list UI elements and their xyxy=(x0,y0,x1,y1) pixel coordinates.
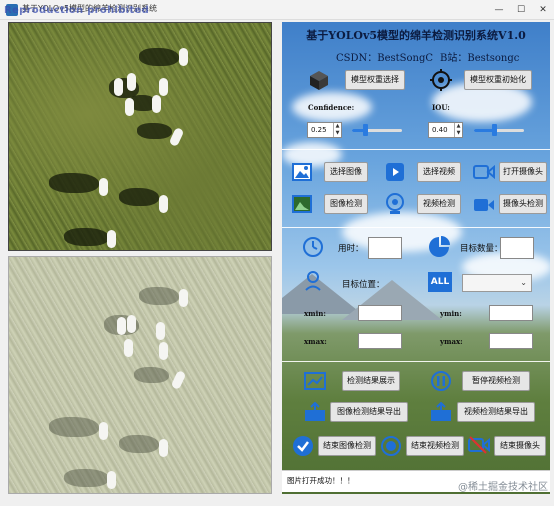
target-position-label: 目标位置： xyxy=(342,280,385,290)
time-label: 用时： xyxy=(338,244,364,254)
watermark-bottom-right: @稀土掘金技术社区 xyxy=(458,482,548,493)
xmin-label: xmin: xyxy=(304,309,326,318)
time-value xyxy=(368,237,402,259)
camera-icon xyxy=(474,199,494,211)
original-image xyxy=(8,256,272,494)
open-camera-button[interactable]: 打开摄像头 xyxy=(499,162,547,182)
divider xyxy=(282,361,550,362)
export-image-result-button[interactable]: 图像检测结果导出 xyxy=(330,402,408,422)
iou-slider[interactable] xyxy=(474,124,524,136)
xmin-value xyxy=(358,305,402,321)
export-image-icon xyxy=(305,402,325,421)
csdn-label: CSDN：BestSongC xyxy=(336,53,434,64)
model-weight-select-button[interactable]: 模型权重选择 xyxy=(345,70,405,90)
close-button[interactable]: ✕ xyxy=(532,3,554,17)
line-chart-icon xyxy=(304,372,326,390)
maximize-button[interactable]: ☐ xyxy=(510,3,532,17)
window-titlebar: 基于YOLOv5模型的绵羊检测识别系统 Reproduction prohibi… xyxy=(0,0,554,20)
iou-spinbox[interactable]: 0.40 ▲ ▼ xyxy=(428,122,463,138)
camera-detect-button[interactable]: 摄像头检测 xyxy=(499,194,547,214)
control-panel: 基于YOLOv5模型的绵羊检测识别系统V1.0 CSDN：BestSongC B… xyxy=(282,22,550,494)
xmax-value xyxy=(358,333,402,349)
divider xyxy=(282,227,550,228)
video-file-icon xyxy=(386,163,404,181)
image-detect-button[interactable]: 图像检测 xyxy=(324,194,368,214)
target-count-label: 目标数量： xyxy=(460,244,503,254)
end-video-detect-button[interactable]: 结束视频检测 xyxy=(406,436,464,456)
select-video-button[interactable]: 选择视频 xyxy=(417,162,461,182)
watermark-overlay: Reproduction prohibited xyxy=(4,5,150,16)
app-title: 基于YOLOv5模型的绵羊检测识别系统V1.0 xyxy=(306,29,526,42)
video-detect-button[interactable]: 视频检测 xyxy=(417,194,461,214)
target-icon xyxy=(430,69,452,91)
export-video-icon xyxy=(431,402,451,421)
confidence-slider[interactable] xyxy=(352,124,402,136)
ymax-label: ymax: xyxy=(440,337,463,346)
location-pin-icon xyxy=(305,271,321,291)
video-camera-icon xyxy=(473,164,495,180)
confidence-spinbox[interactable]: 0.25 ▲ ▼ xyxy=(307,122,342,138)
stop-circle-icon xyxy=(381,436,401,456)
pause-video-button[interactable]: 暂停视频检测 xyxy=(462,371,530,391)
model-weight-init-button[interactable]: 模型权重初始化 xyxy=(464,70,532,90)
divider xyxy=(282,149,550,150)
clock-icon xyxy=(303,237,323,257)
xmax-label: xmax: xyxy=(304,337,327,346)
bilibili-label: B站：Bestsongc xyxy=(440,53,520,64)
check-circle-icon xyxy=(293,436,313,456)
target-count-value xyxy=(500,237,534,259)
ymin-value xyxy=(489,305,533,321)
picture-icon xyxy=(292,195,312,213)
webcam-icon xyxy=(386,193,404,214)
select-image-button[interactable]: 选择图像 xyxy=(324,162,368,182)
export-video-result-button[interactable]: 视频检测结果导出 xyxy=(457,402,535,422)
all-icon: ALL xyxy=(428,272,452,292)
target-select-combobox[interactable]: ⌄ xyxy=(462,274,532,292)
detection-image xyxy=(8,22,272,251)
ymin-label: ymin: xyxy=(440,309,462,318)
cube-icon xyxy=(310,71,328,90)
image-icon xyxy=(292,163,312,181)
end-camera-button[interactable]: 结束摄像头 xyxy=(494,436,546,456)
camera-off-icon xyxy=(468,436,490,454)
show-result-button[interactable]: 检测结果展示 xyxy=(342,371,400,391)
status-message: 图片打开成功！！！ xyxy=(287,476,355,485)
pie-chart-icon xyxy=(429,236,450,257)
ymax-value xyxy=(489,333,533,349)
iou-label: IOU: xyxy=(432,103,450,112)
end-image-detect-button[interactable]: 结束图像检测 xyxy=(318,436,376,456)
minimize-button[interactable]: — xyxy=(488,3,510,17)
pause-icon xyxy=(431,371,451,391)
confidence-label: Confidence: xyxy=(308,103,355,112)
